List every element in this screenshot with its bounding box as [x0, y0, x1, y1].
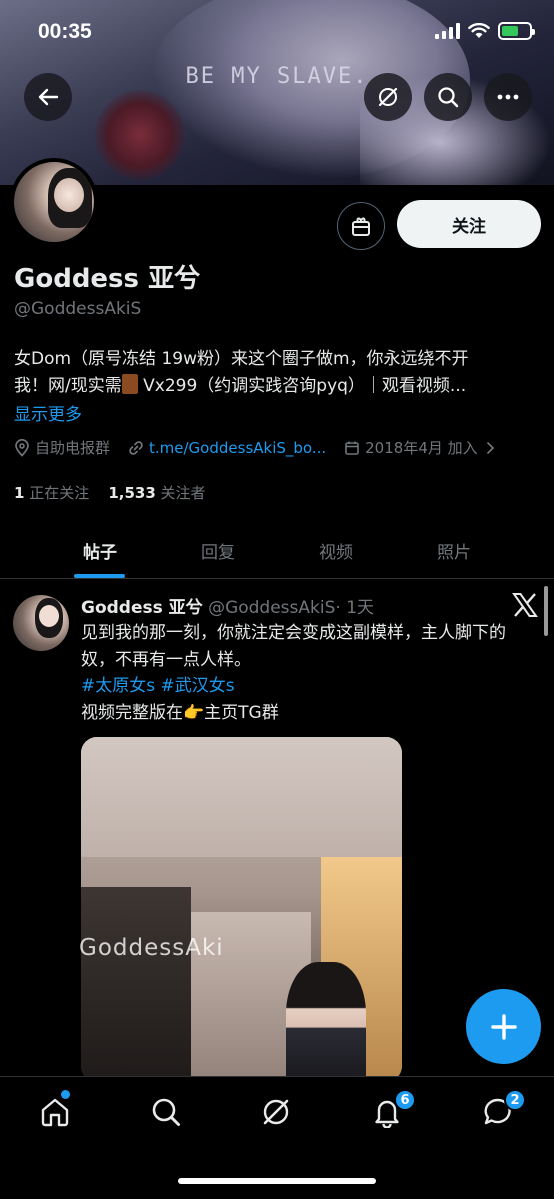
post-avatar[interactable]	[13, 595, 69, 651]
post-hashtags: #太原女s #武汉女s	[81, 671, 235, 696]
arrow-left-icon	[38, 88, 59, 106]
home-indicator[interactable]	[178, 1178, 376, 1184]
bio-line-2-start: 我！网/现实需	[14, 376, 122, 396]
following-label: 正在关注	[29, 484, 90, 502]
status-time: 00:35	[38, 20, 92, 43]
video-doorway	[81, 887, 191, 1082]
home-icon	[41, 1098, 69, 1127]
followers-count: 1,533	[108, 484, 156, 502]
tab-photos[interactable]: 照片	[416, 522, 492, 579]
tab-posts[interactable]: 帖子	[62, 522, 138, 579]
messages-badge: 2	[504, 1089, 526, 1111]
grok-icon	[378, 87, 398, 107]
tab-videos[interactable]: 视频	[298, 522, 374, 579]
post-author-handle[interactable]: @GoddessAkiS	[208, 598, 335, 618]
post-text: 见到我的那一刻，你就注定会变成这副模样，主人脚下的奴，不再有一点人样。	[81, 623, 506, 670]
bio-line-2-end: Vx299（约调实践咨询pyq）｜观看视频...	[143, 376, 467, 396]
post-line-3-start: 视频完整版在	[81, 703, 183, 723]
bio-line-2: 我！网/现实需 Vx299（约调实践咨询pyq）｜观看视频...	[14, 373, 534, 400]
follow-button[interactable]: 关注	[397, 200, 541, 248]
status-bar: 00:35	[0, 0, 554, 64]
video-watermark: GoddessAki	[79, 935, 224, 961]
location-item: 自助电报群	[14, 437, 110, 458]
search-icon	[438, 87, 459, 108]
profile-meta: 自助电报群 t.me/GoddessAkiS_bo... 2018年4月 加入	[14, 437, 519, 458]
post-author-name[interactable]: Goddess 亚兮	[81, 598, 203, 618]
cellular-signal-icon	[435, 23, 460, 39]
post-avatar-face	[39, 605, 59, 627]
post-header: Goddess 亚兮 @GoddessAkiS· 1天	[81, 593, 374, 618]
followers-link[interactable]: 1,533 关注者	[108, 484, 205, 502]
banner-mask	[95, 90, 185, 180]
gift-button[interactable]	[337, 202, 385, 250]
nav-grok[interactable]	[256, 1092, 296, 1132]
more-button[interactable]	[484, 73, 532, 121]
following-count: 1	[14, 484, 25, 502]
wifi-icon	[468, 23, 490, 38]
profile-avatar[interactable]	[10, 158, 98, 246]
profile-name: Goddess 亚兮	[14, 264, 201, 294]
chevron-right-icon	[486, 441, 494, 454]
calendar-icon	[345, 441, 359, 455]
profile-handle: @GoddessAkiS	[14, 299, 142, 319]
hashtag-taiyuan[interactable]: #太原女s	[81, 676, 155, 696]
post-line-3: 视频完整版在👉主页TG群	[81, 698, 279, 723]
door-emoji-icon	[121, 374, 138, 394]
video-ceiling	[81, 737, 402, 857]
tab-replies[interactable]: 回复	[180, 522, 256, 579]
followers-label: 关注者	[160, 484, 206, 502]
home-notification-dot	[61, 1090, 70, 1099]
bio-line-1: 女Dom（原号冻结 19w粉）来这个圈子做m，你永远绕不开	[14, 349, 469, 369]
location-text: 自助电报群	[35, 439, 111, 457]
notifications-badge: 6	[394, 1089, 416, 1111]
profile-tabs: 帖子 回复 视频 照片	[0, 522, 554, 579]
scrollbar[interactable]	[544, 586, 548, 636]
link-icon	[129, 440, 143, 455]
location-pin-icon	[15, 438, 29, 457]
website-item[interactable]: t.me/GoddessAkiS_bo...	[128, 439, 326, 457]
nav-search[interactable]	[146, 1092, 186, 1132]
post-video[interactable]	[81, 737, 402, 1082]
plus-icon	[490, 1013, 517, 1040]
show-more-link[interactable]: 显示更多	[14, 400, 82, 425]
post-line-3-end: 主页TG群	[204, 703, 279, 723]
active-tab-indicator	[74, 574, 125, 578]
banner-text: BE MY SLAVE.	[185, 64, 369, 89]
website-link[interactable]: t.me/GoddessAkiS_bo...	[149, 439, 326, 457]
grok-button[interactable]	[364, 73, 412, 121]
compose-post-button[interactable]	[466, 989, 541, 1064]
following-link[interactable]: 1 正在关注	[14, 484, 89, 502]
battery-icon	[498, 22, 535, 40]
grok-icon	[263, 1099, 289, 1125]
back-button[interactable]	[24, 73, 72, 121]
avatar-face	[54, 178, 84, 212]
video-person	[286, 962, 366, 1082]
pointing-hand-icon: 👉	[183, 703, 205, 723]
joined-text: 2018年4月 加入	[365, 439, 478, 457]
hashtag-wuhan[interactable]: #武汉女s	[161, 676, 235, 696]
profile-bio: 女Dom（原号冻结 19w粉）来这个圈子做m，你永远绕不开 我！网/现实需 Vx…	[14, 346, 534, 400]
post-time: · 1天	[335, 598, 375, 618]
follow-counts: 1 正在关注 1,533 关注者	[14, 482, 206, 503]
gift-icon	[352, 217, 370, 236]
status-icons	[435, 22, 535, 40]
search-button[interactable]	[424, 73, 472, 121]
nav-home[interactable]	[35, 1092, 75, 1132]
more-horizontal-icon	[497, 94, 519, 100]
search-icon	[152, 1098, 180, 1126]
joined-item[interactable]: 2018年4月 加入	[344, 437, 501, 458]
x-logo-icon	[512, 593, 538, 617]
